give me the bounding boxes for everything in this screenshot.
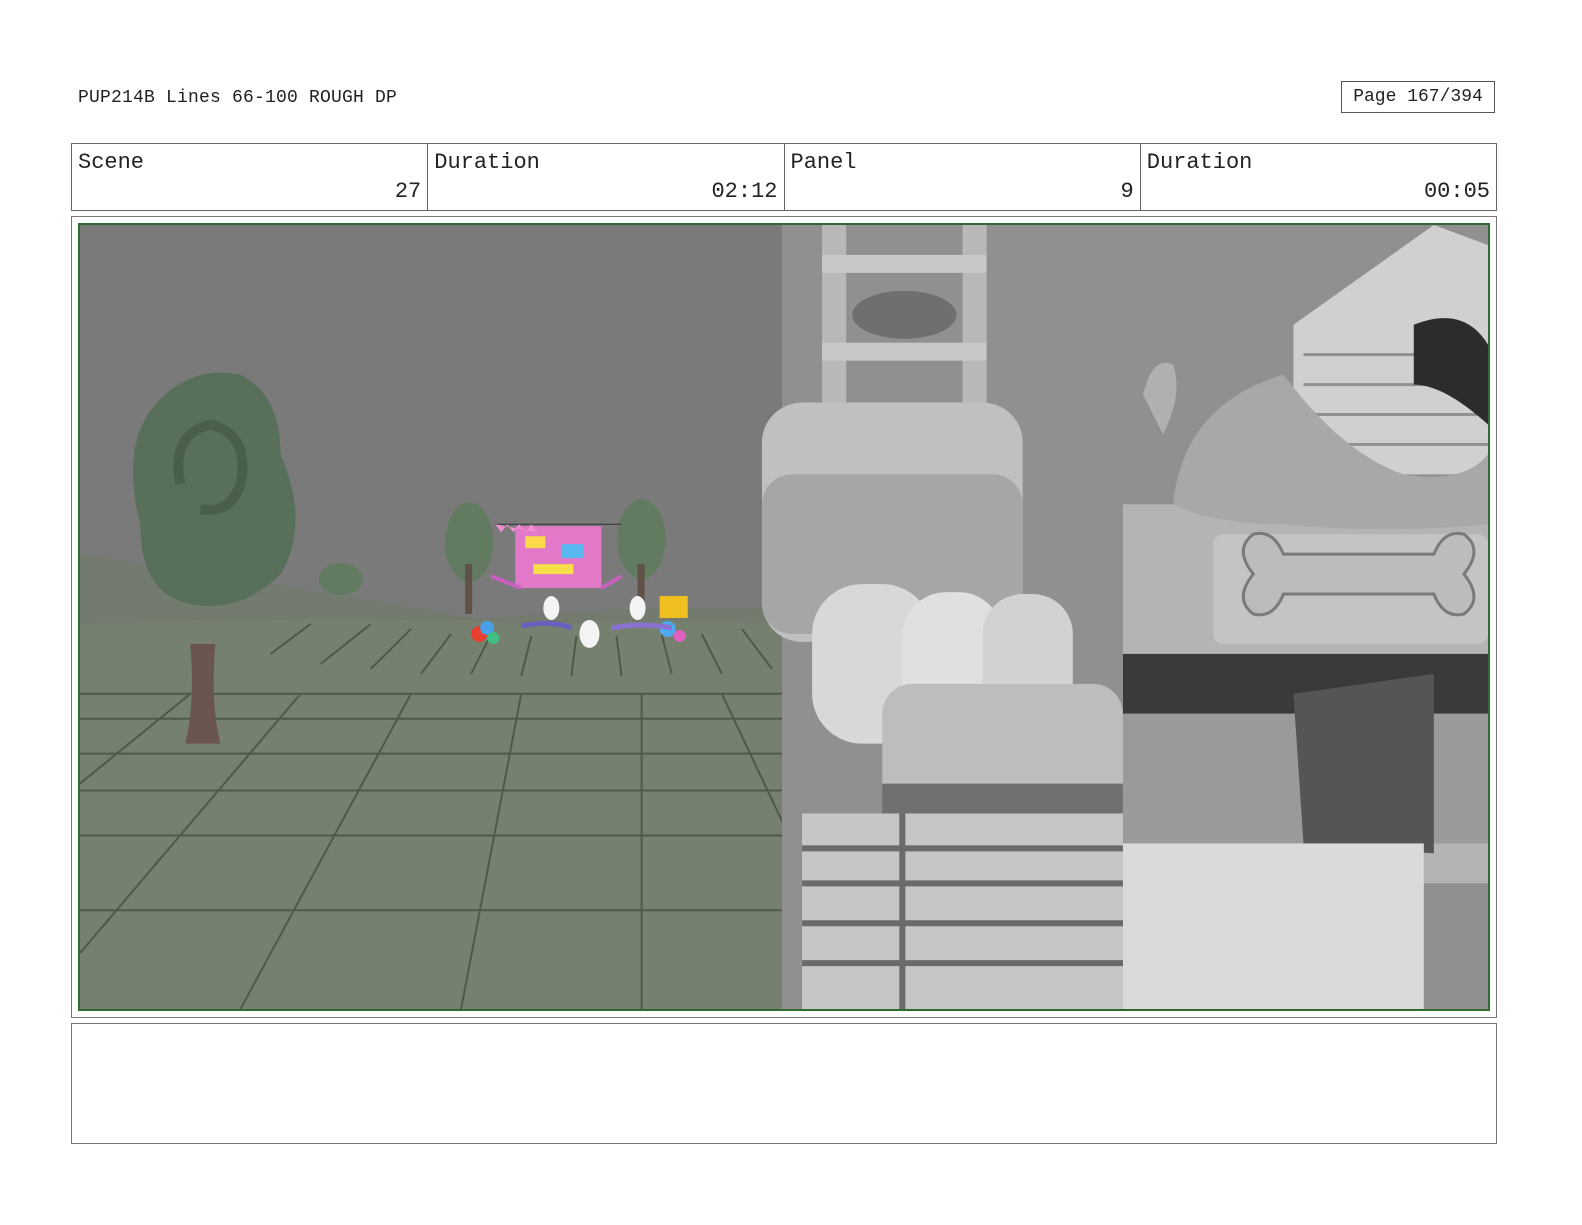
panel-cell: Panel 9 bbox=[785, 144, 1141, 210]
storyboard-panel-frame bbox=[71, 216, 1497, 1018]
scene-label: Scene bbox=[78, 150, 145, 175]
scene-duration-cell: Duration 02:12 bbox=[428, 144, 785, 210]
panel-duration-label: Duration bbox=[1146, 150, 1253, 175]
scene-duration-label: Duration bbox=[434, 150, 540, 175]
panel-label: Panel bbox=[790, 150, 857, 175]
scene-cell: Scene 27 bbox=[72, 144, 429, 210]
panel-duration-value: 00:05 bbox=[1423, 179, 1490, 204]
panel-notes bbox=[71, 1023, 1497, 1144]
storyboard-panel-image bbox=[78, 223, 1490, 1011]
scene-duration-value: 02:12 bbox=[711, 179, 778, 204]
page-number: Page 167/394 bbox=[1341, 81, 1495, 113]
scene-illustration bbox=[80, 225, 1488, 1009]
document-title: PUP214B Lines 66-100 ROUGH DP bbox=[78, 88, 398, 108]
scene-value: 27 bbox=[394, 179, 422, 204]
panel-value: 9 bbox=[1120, 179, 1134, 204]
ground bbox=[80, 618, 803, 1009]
panel-duration-cell: Duration 00:05 bbox=[1141, 144, 1496, 210]
foreground-vehicle bbox=[761, 225, 1488, 1009]
scene-info-row: Scene 27 Duration 02:12 Panel 9 Duration… bbox=[71, 143, 1497, 211]
